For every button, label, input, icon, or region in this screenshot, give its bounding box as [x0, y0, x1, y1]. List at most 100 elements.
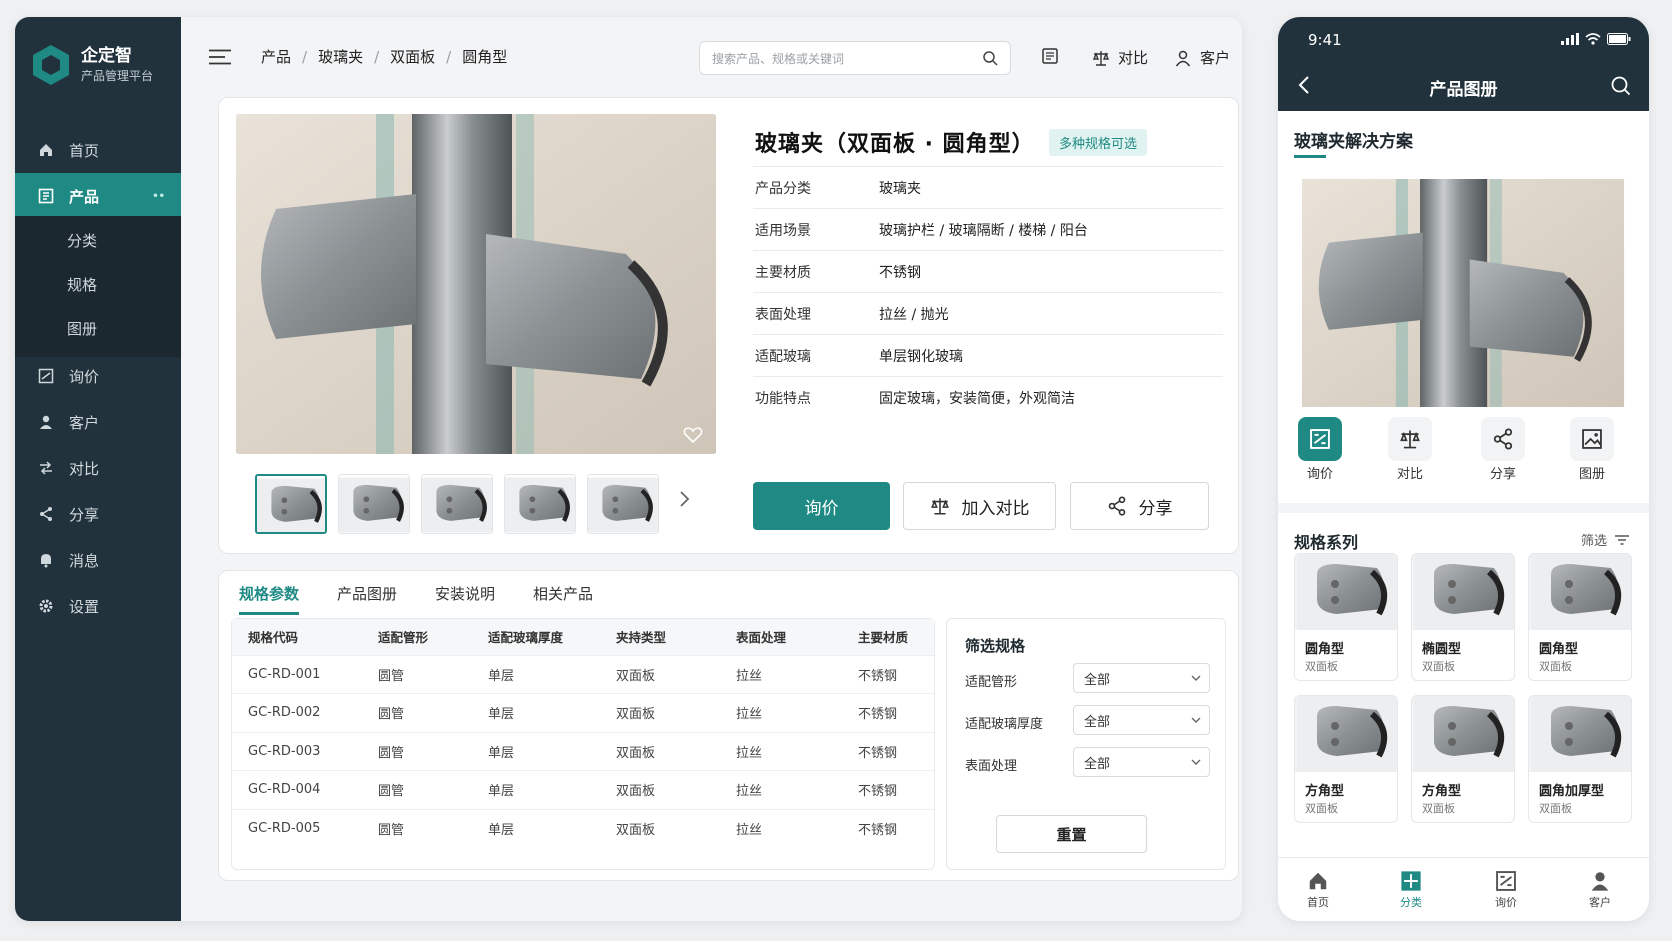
table-cell: 不锈钢 [842, 693, 934, 732]
search-input[interactable]: 搜索产品、规格或关键词 [699, 41, 1011, 75]
tab-customer[interactable]: 客户 [1570, 870, 1630, 910]
spec-value: 单层钢化玻璃 [879, 348, 963, 365]
glass-thickness-select[interactable]: 全部 [1073, 705, 1210, 735]
product-card-item[interactable]: 方角型 双面板 [1411, 695, 1515, 823]
spec-value: 玻璃护栏 / 玻璃隔断 / 楼梯 / 阳台 [879, 222, 1088, 239]
spec-row: 表面处理 拉丝 / 抛光 [753, 292, 1223, 334]
product-card-item[interactable]: 圆角型 双面板 [1294, 553, 1398, 681]
select-value: 全部 [1084, 672, 1111, 688]
nav-label: 设置 [69, 597, 100, 616]
nav-item-share[interactable]: 分享 [15, 491, 181, 537]
table-cell: GC-RD-002 [232, 693, 362, 732]
nav-item-message[interactable]: 消息 [15, 537, 181, 583]
table-cell: 圆管 [362, 654, 472, 694]
nav-item-customer[interactable]: 客户 [15, 399, 181, 445]
spec-key: 主要材质 [755, 264, 811, 281]
quick-album[interactable]: 图册 [1564, 417, 1620, 482]
tab-install[interactable]: 安装说明 [435, 583, 495, 615]
mobile-header: 9:41 产品图册 [1278, 17, 1649, 111]
menu-icon[interactable] [209, 49, 231, 65]
filter-icon [1615, 534, 1629, 545]
table-cell: 不锈钢 [842, 654, 934, 694]
search-placeholder: 搜索产品、规格或关键词 [712, 51, 845, 66]
home-icon [37, 141, 55, 159]
submenu-item-spec[interactable]: 规格 [67, 274, 97, 295]
chevron-right-icon[interactable] [679, 490, 691, 508]
detail-card: 规格参数 产品图册 安装说明 相关产品 规格代码 适配管形 适配玻璃厚度 夹持类… [218, 570, 1239, 881]
tab-home[interactable]: 首页 [1288, 870, 1348, 910]
tab-specs[interactable]: 规格参数 [239, 583, 300, 615]
nav-item-product[interactable]: 产品 •• [15, 173, 181, 219]
spec-series: 规格系列 筛选 圆角型 双面板 椭圆型 双面板 圆角型 双面板 方角型 双面板 方角型双… [1278, 513, 1649, 857]
table-row[interactable]: GC-RD-005 圆管 单层 双面板 拉丝 不锈钢 [232, 808, 934, 848]
product-card-item[interactable]: 椭圆型 双面板 [1411, 553, 1515, 681]
spec-value: 固定玻璃，安装简便，外观简洁 [879, 390, 1075, 407]
tab-category[interactable]: 分类 [1381, 870, 1441, 910]
share-button[interactable]: 分享 [1070, 482, 1209, 530]
mobile-title: 产品图册 [1429, 80, 1498, 100]
table-row[interactable]: GC-RD-004 圆管 单层 双面板 拉丝 不锈钢 [232, 770, 934, 809]
breadcrumb-item[interactable]: 玻璃夹 [318, 46, 363, 67]
select-value: 全部 [1084, 756, 1111, 772]
table-cell: 单层 [472, 693, 600, 732]
quick-label: 分享 [1489, 467, 1516, 482]
quick-inquiry[interactable]: 询价 [1292, 417, 1348, 482]
reset-button[interactable]: 重置 [996, 815, 1147, 853]
table-row[interactable]: GC-RD-001 圆管 单层 双面板 拉丝 不锈钢 [232, 654, 934, 694]
nav-label: 产品 [69, 187, 100, 206]
compare-button[interactable]: 对比 [1092, 47, 1148, 68]
search-icon[interactable] [1611, 76, 1631, 96]
table-row[interactable]: GC-RD-002 圆管 单层 双面板 拉丝 不锈钢 [232, 693, 934, 732]
status-icons [1555, 33, 1631, 45]
filter-button[interactable]: 筛选 [1581, 530, 1629, 549]
breadcrumb-item[interactable]: 产品 [261, 46, 291, 67]
filter-panel: 筛选规格 适配管形 全部 适配玻璃厚度 全部 表面处理 全部 重置 [946, 618, 1226, 870]
table-row[interactable]: GC-RD-003 圆管 单层 双面板 拉丝 不锈钢 [232, 731, 934, 771]
product-card-item[interactable]: 方角型 双面板 [1294, 695, 1398, 823]
product-card-item[interactable]: 圆角型 双面板 [1528, 553, 1632, 681]
chevron-down-icon [1191, 675, 1201, 681]
column-header: 规格代码 [232, 619, 362, 655]
thumbnail[interactable] [504, 474, 576, 534]
thumbnail[interactable] [255, 474, 327, 534]
tab-label: 首页 [1307, 896, 1329, 909]
pipe-shape-select[interactable]: 全部 [1073, 663, 1210, 693]
breadcrumb-item[interactable]: 圆角型 [462, 46, 507, 67]
inquiry-button[interactable]: 询价 [753, 482, 890, 530]
surface-select[interactable]: 全部 [1073, 747, 1210, 777]
quick-share[interactable]: 分享 [1475, 417, 1531, 482]
card-subtitle: 双面板 [1305, 802, 1338, 815]
tab-inquiry[interactable]: 询价 [1476, 870, 1536, 910]
nav-item-inquiry[interactable]: 询价 [15, 353, 181, 399]
tab-album[interactable]: 产品图册 [337, 583, 397, 615]
thumbnail[interactable] [338, 474, 410, 534]
customer-button[interactable]: 客户 [1174, 47, 1230, 68]
card-subtitle: 双面板 [1422, 660, 1455, 673]
favorite-icon[interactable] [683, 426, 703, 444]
nav-badge: •• [152, 190, 165, 202]
inquiry-icon [1298, 417, 1342, 461]
filter-label: 表面处理 [965, 759, 1018, 774]
share-icon [37, 505, 55, 523]
message-icon [37, 551, 55, 569]
mobile-preview: 9:41 产品图册 玻璃夹解决方案 询价 对比 分享 图册 规格系列 筛选 圆角… [1278, 17, 1649, 921]
share-icon [1108, 496, 1125, 516]
filter-label: 适配管形 [965, 675, 1018, 690]
product-card: 玻璃夹（双面板 · 圆角型） 多种规格可选 产品分类 玻璃夹 适用场景 玻璃护栏 /… [218, 97, 1239, 554]
nav-item-settings[interactable]: 设置 [15, 583, 181, 629]
document-icon[interactable] [1041, 47, 1059, 65]
thumbnail[interactable] [421, 474, 493, 534]
nav-item-compare[interactable]: 对比 [15, 445, 181, 491]
submenu-item-category[interactable]: 分类 [67, 230, 97, 251]
product-card-item[interactable]: 圆角加厚型 双面板 [1528, 695, 1632, 823]
table-cell: 拉丝 [720, 731, 842, 771]
spec-row: 功能特点 固定玻璃，安装简便，外观简洁 [753, 376, 1223, 418]
breadcrumb-item[interactable]: 双面板 [390, 46, 435, 67]
submenu-item-album[interactable]: 图册 [67, 318, 97, 339]
add-compare-button[interactable]: 加入对比 [903, 482, 1056, 530]
nav-item-home[interactable]: 首页 [15, 127, 181, 173]
thumbnail[interactable] [587, 474, 659, 534]
table-cell: 拉丝 [720, 808, 842, 848]
quick-compare[interactable]: 对比 [1382, 417, 1438, 482]
tab-related[interactable]: 相关产品 [533, 583, 593, 615]
